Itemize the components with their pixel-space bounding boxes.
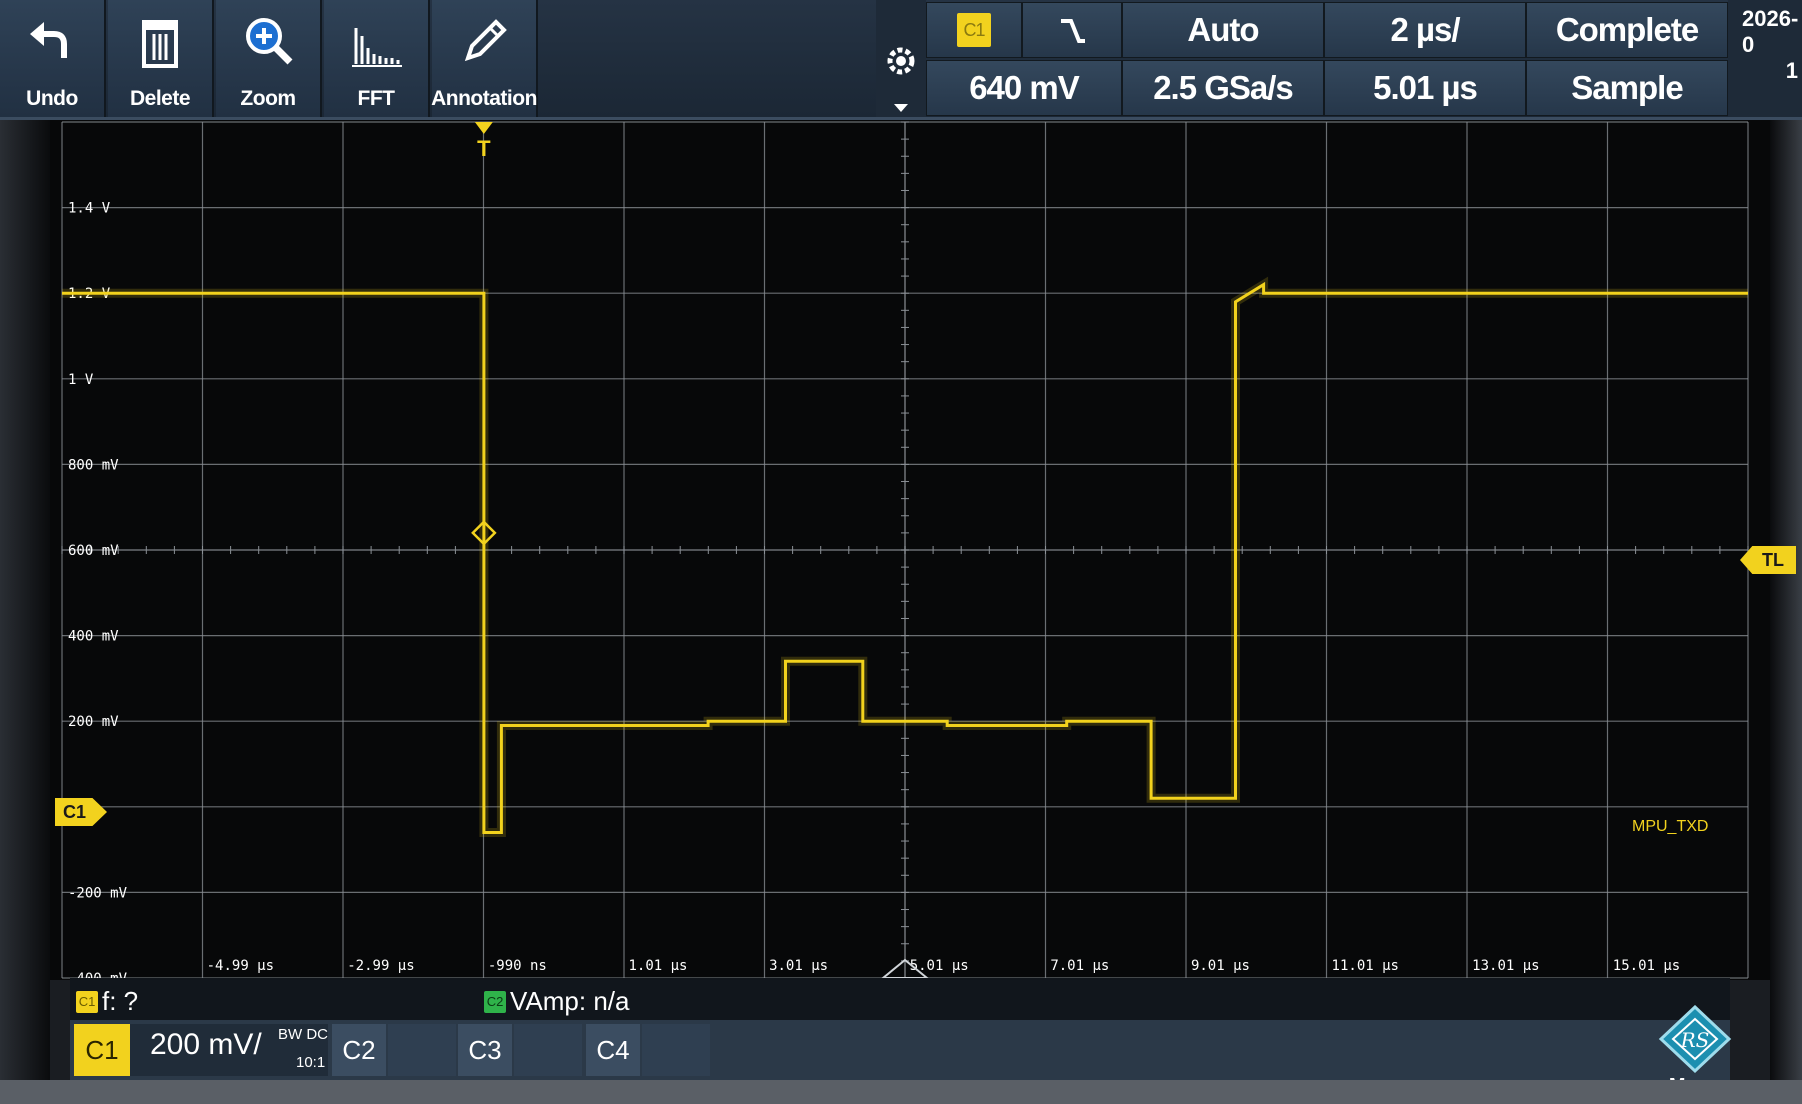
x-tick-label: 3.01 µs	[769, 958, 828, 974]
zoom-icon	[246, 18, 293, 65]
settings-button[interactable]	[876, 0, 926, 117]
zoom-button[interactable]: Zoom	[216, 0, 322, 117]
trigger-position-marker	[474, 122, 493, 134]
falling-edge-icon	[1061, 19, 1085, 43]
measurement-value: VAmp: n/a	[510, 986, 630, 1016]
x-tick-label: -4.99 µs	[207, 958, 274, 974]
trigger-position-label: T	[477, 136, 491, 161]
y-tick-label: 1 V	[68, 372, 94, 388]
channel-tab-c3[interactable]: C3	[458, 1024, 512, 1076]
x-tick-label: 7.01 µs	[1050, 958, 1109, 974]
annotation-button[interactable]: Annotation	[431, 0, 538, 117]
zoom-label: Zoom	[240, 87, 296, 110]
trigger-channel-badge: C1	[957, 13, 991, 47]
acquisition-state-cell[interactable]: Complete	[1526, 2, 1728, 58]
measurement-amplitude[interactable]: C2 VAmp: n/a	[484, 986, 629, 1017]
bezel-bottom	[0, 1080, 1802, 1104]
trash-icon	[142, 20, 178, 68]
measurement-channel-badge: C2	[484, 990, 506, 1013]
trigger-level-cell[interactable]: 640 mV	[926, 60, 1122, 116]
date-text: 2026-0	[1742, 6, 1799, 57]
signal-label[interactable]: MPU_TXD	[1632, 818, 1708, 836]
measurement-value: f: ?	[102, 986, 139, 1016]
measurement-bar	[70, 978, 1730, 1020]
delete-label: Delete	[129, 87, 191, 110]
trigger-mode-cell[interactable]: Auto	[1122, 2, 1324, 58]
measurement-channel-badge: C1	[76, 990, 98, 1013]
channel-c1-probe: 10:1	[296, 1054, 326, 1071]
fft-label: FFT	[357, 87, 395, 110]
x-tick-label: 1.01 µs	[628, 958, 687, 974]
y-tick-label: 1.4 V	[68, 201, 111, 217]
annotation-label: Annotation	[431, 87, 537, 110]
x-tick-label: 9.01 µs	[1191, 958, 1250, 974]
x-tick-label: 11.01 µs	[1332, 958, 1399, 974]
channel-c1-scale: 200 mV/	[150, 1028, 262, 1061]
svg-text:RS: RS	[1680, 1028, 1710, 1052]
x-tick-label: -990 ns	[488, 958, 547, 974]
rs-logo-icon: RS	[1658, 1005, 1732, 1074]
fft-icon	[352, 28, 402, 67]
channel-c2-settings[interactable]	[388, 1024, 456, 1076]
fft-button[interactable]: FFT	[324, 0, 430, 117]
grid	[61, 121, 1749, 979]
y-tick-label: 400 mV	[68, 629, 119, 645]
channel-c3-settings[interactable]	[514, 1024, 582, 1076]
y-tick-label: 600 mV	[68, 543, 119, 559]
acquisition-mode-cell[interactable]: Sample	[1526, 60, 1728, 116]
horizontal-position-cell[interactable]: 5.01 µs	[1324, 60, 1526, 116]
x-tick-label: -2.99 µs	[347, 958, 414, 974]
trigger-source-cell[interactable]: C1	[926, 2, 1022, 58]
channel-tab-c1[interactable]: C1	[74, 1024, 130, 1076]
trigger-slope-cell[interactable]	[1022, 2, 1122, 58]
waveform-plot[interactable]: 1.4 V1.2 V1 V800 mV600 mV400 mV200 mV0 V…	[0, 120, 1802, 1000]
undo-label: Undo	[26, 87, 78, 110]
channel-tab-c2[interactable]: C2	[332, 1024, 386, 1076]
undo-icon	[30, 22, 67, 58]
x-tick-label: 13.01 µs	[1472, 958, 1539, 974]
y-tick-label: 200 mV	[68, 714, 119, 730]
toolbar: Undo Delete Zoom FFT Annotation C1 Auto …	[0, 0, 1802, 120]
y-tick-label: 800 mV	[68, 457, 119, 473]
chevron-down-icon	[894, 104, 908, 112]
delete-button[interactable]: Delete	[108, 0, 214, 117]
time-scale-cell[interactable]: 2 µs/	[1324, 2, 1526, 58]
channel-c4-settings[interactable]	[642, 1024, 710, 1076]
channel-tab-c4[interactable]: C4	[586, 1024, 640, 1076]
gear-icon	[887, 47, 915, 75]
pencil-icon	[464, 19, 507, 62]
channel-c1-bandwidth: BW DC	[278, 1026, 328, 1043]
date-extra-text: 1	[1785, 58, 1798, 83]
y-tick-label: -200 mV	[68, 885, 128, 901]
undo-button[interactable]: Undo	[0, 0, 106, 117]
y-axis-labels: 1.4 V1.2 V1 V800 mV600 mV400 mV200 mV0 V…	[68, 201, 128, 987]
x-axis-labels: -4.99 µs -2.99 µs -990 ns 1.01 µs 3.01 µs 5.0…	[207, 958, 1681, 974]
measurement-frequency[interactable]: C1 f: ?	[76, 986, 138, 1017]
x-tick-label: 15.01 µs	[1613, 958, 1680, 974]
sample-rate-cell[interactable]: 2.5 GSa/s	[1122, 60, 1324, 116]
date-display: 2026-0 1	[1728, 0, 1802, 117]
